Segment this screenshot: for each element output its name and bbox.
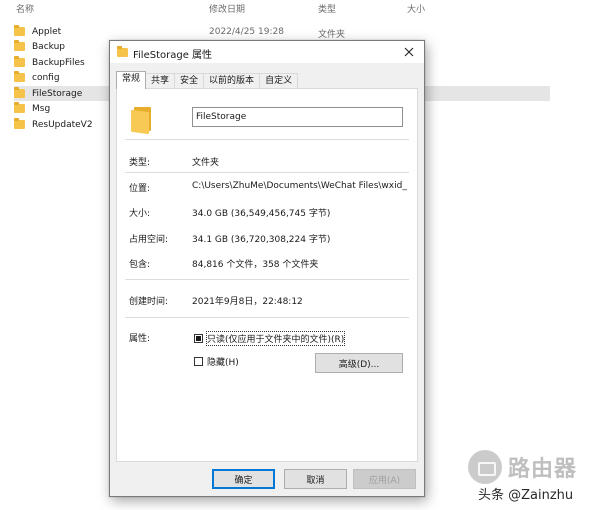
location-label: 位置:	[129, 184, 151, 194]
watermark-credit: 头条 @Zainzhu	[478, 488, 574, 503]
column-header-modified[interactable]: 修改日期	[209, 2, 245, 15]
attributes-label: 属性:	[129, 334, 151, 344]
tab-security[interactable]: 安全	[174, 73, 205, 89]
advanced-button[interactable]: 高级(D)...	[315, 353, 403, 373]
divider	[125, 279, 409, 280]
properties-dialog: FileStorage 属性 常规 共享 安全 以前的版本 自定义 类型: 文件…	[109, 40, 425, 497]
tab-sharing[interactable]: 共享	[145, 73, 176, 89]
list-item-label: Msg	[32, 103, 51, 114]
folder-icon	[14, 40, 25, 51]
readonly-checkbox[interactable]	[194, 334, 203, 343]
folder-large-icon	[131, 107, 153, 135]
tab-strip: 常规 共享 安全 以前的版本 自定义	[116, 71, 299, 89]
list-item-label: Backup	[32, 41, 65, 52]
folder-name-input[interactable]	[192, 107, 403, 127]
divider	[125, 172, 409, 173]
hidden-checkbox-label[interactable]: 隐藏(H)	[207, 355, 239, 368]
divider	[125, 317, 409, 318]
tab-general[interactable]: 常规	[116, 71, 147, 89]
contains-label: 包含:	[129, 260, 151, 270]
list-item-label: ResUpdateV2	[32, 119, 93, 130]
location-value[interactable]: C:\Users\ZhuMe\Documents\WeChat Files\wx…	[192, 181, 407, 191]
cancel-button[interactable]: 取消	[284, 469, 347, 489]
folder-icon	[14, 87, 25, 98]
close-icon	[404, 47, 414, 57]
tab-previous-versions[interactable]: 以前的版本	[203, 73, 261, 89]
dialog-titlebar[interactable]: FileStorage 属性	[110, 41, 424, 63]
column-header-type[interactable]: 类型	[318, 2, 336, 15]
folder-icon	[14, 71, 25, 82]
folder-icon	[14, 102, 25, 113]
divider	[125, 139, 409, 140]
apply-button[interactable]: 应用(A)	[353, 469, 416, 489]
disk-size-value: 34.1 GB (36,720,308,224 字节)	[192, 235, 331, 245]
watermark-router-icon	[468, 450, 502, 484]
list-item-label: Applet	[32, 26, 62, 37]
ok-button[interactable]: 确定	[212, 469, 275, 489]
list-item[interactable]: Applet	[14, 24, 550, 39]
column-header-name[interactable]: 名称	[16, 2, 34, 15]
dialog-title: FileStorage 属性	[133, 50, 213, 61]
contains-value: 84,816 个文件，358 个文件夹	[192, 260, 319, 270]
column-header-size[interactable]: 大小	[407, 2, 425, 15]
list-item-label: FileStorage	[32, 88, 83, 99]
created-value: 2021年9月8日，22:48:12	[192, 297, 303, 307]
list-item-label: BackupFiles	[32, 57, 85, 68]
list-item-label: config	[32, 72, 60, 83]
created-label: 创建时间:	[129, 297, 169, 307]
size-label: 大小:	[129, 209, 151, 219]
tab-customize[interactable]: 自定义	[259, 73, 299, 89]
readonly-checkbox-label[interactable]: 只读(仅应用于文件夹中的文件)(R)	[205, 331, 346, 346]
disk-size-label: 占用空间:	[129, 235, 169, 245]
general-tab-panel: 类型: 文件夹 位置: C:\Users\ZhuMe\Documents\WeC…	[116, 88, 418, 462]
type-value: 文件夹	[192, 158, 220, 168]
type-label: 类型:	[129, 158, 151, 168]
close-button[interactable]	[394, 41, 424, 63]
folder-icon	[14, 25, 25, 36]
folder-icon	[117, 46, 128, 57]
hidden-checkbox[interactable]	[194, 357, 203, 366]
folder-icon	[14, 56, 25, 67]
size-value: 34.0 GB (36,549,456,745 字节)	[192, 209, 331, 219]
watermark-brand: 路由器	[508, 457, 578, 482]
folder-icon	[14, 118, 25, 129]
